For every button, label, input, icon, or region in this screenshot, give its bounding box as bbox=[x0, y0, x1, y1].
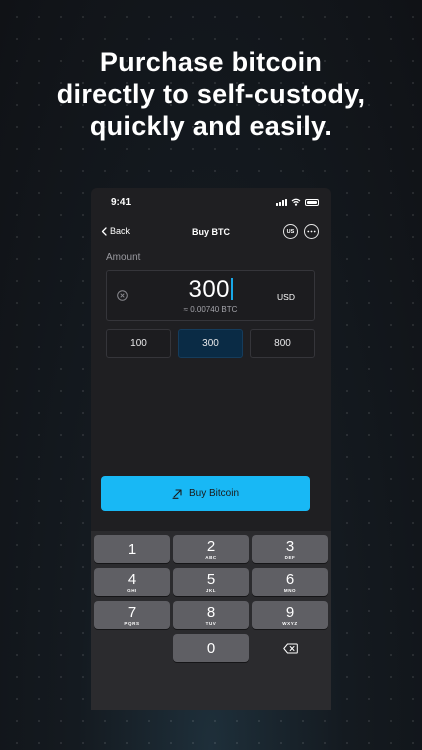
key-digit: 1 bbox=[127, 540, 137, 558]
key-7[interactable]: 7 PQRS bbox=[94, 601, 170, 629]
cellular-signal-icon bbox=[276, 198, 287, 206]
key-digit: 3 bbox=[285, 537, 295, 555]
currency-selector[interactable]: USD bbox=[277, 292, 295, 302]
ellipsis-icon bbox=[307, 230, 316, 233]
key-digit: 4 bbox=[127, 570, 137, 588]
key-letters: TUV bbox=[205, 620, 217, 626]
buy-bitcoin-label: Buy Bitcoin bbox=[188, 488, 240, 499]
preset-amounts: 100 300 800 bbox=[106, 329, 315, 358]
headline-line-2: directly to self-custody, bbox=[56, 79, 366, 109]
headline-line-3: quickly and easily. bbox=[89, 111, 333, 141]
key-9[interactable]: 9 WXYZ bbox=[252, 601, 328, 629]
amount-input[interactable]: 300 ≈ 0.00740 BTC USD bbox=[106, 270, 315, 321]
preset-300[interactable]: 300 bbox=[178, 329, 243, 358]
key-letters: MNO bbox=[283, 587, 297, 593]
key-blank bbox=[94, 634, 170, 662]
key-letters: JKL bbox=[205, 587, 217, 593]
promo-headline: Purchase bitcoin directly to self-custod… bbox=[0, 46, 422, 142]
key-letters: GHI bbox=[127, 587, 137, 593]
status-time: 9:41 bbox=[111, 197, 132, 208]
key-8[interactable]: 8 TUV bbox=[173, 601, 249, 629]
key-digit: 6 bbox=[285, 570, 295, 588]
battery-icon bbox=[305, 198, 319, 206]
key-letters: DEF bbox=[284, 554, 296, 560]
status-bar: 9:41 bbox=[91, 188, 331, 216]
key-digit: 9 bbox=[285, 603, 295, 621]
buy-bitcoin-button[interactable]: Buy Bitcoin bbox=[101, 476, 310, 511]
key-letters: PQRS bbox=[124, 620, 140, 626]
btc-equivalent: ≈ 0.00740 BTC bbox=[183, 305, 238, 314]
key-5[interactable]: 5 JKL bbox=[173, 568, 249, 596]
key-letters: ABC bbox=[205, 554, 217, 560]
arrow-up-right-icon bbox=[172, 489, 182, 499]
amount-label: Amount bbox=[106, 252, 141, 263]
key-0[interactable]: 0 bbox=[173, 634, 249, 662]
key-2[interactable]: 2 ABC bbox=[173, 535, 249, 563]
key-digit: 0 bbox=[206, 639, 216, 657]
navbar-actions: US bbox=[283, 224, 319, 239]
wifi-icon bbox=[291, 198, 301, 206]
key-digit: 2 bbox=[206, 537, 216, 555]
text-caret bbox=[231, 278, 233, 300]
backspace-icon bbox=[282, 643, 298, 653]
phone-screen: 9:41 Back Buy BTC US Amount 300 ≈ 0.0074… bbox=[91, 188, 331, 710]
region-button[interactable]: US bbox=[283, 224, 298, 239]
numeric-keypad: 1 2 ABC 3 DEF 4 GHI 5 JKL 6 MNO 7 PQRS 8… bbox=[91, 531, 331, 710]
preset-100[interactable]: 100 bbox=[106, 329, 171, 358]
more-options-button[interactable] bbox=[304, 224, 319, 239]
key-6[interactable]: 6 MNO bbox=[252, 568, 328, 596]
navigation-bar: Back Buy BTC US bbox=[91, 222, 331, 244]
key-digit: 5 bbox=[206, 570, 216, 588]
preset-800[interactable]: 800 bbox=[250, 329, 315, 358]
region-badge-label: US bbox=[286, 228, 295, 235]
key-3[interactable]: 3 DEF bbox=[252, 535, 328, 563]
key-digit: 7 bbox=[127, 603, 137, 621]
delete-key[interactable] bbox=[252, 634, 328, 662]
key-4[interactable]: 4 GHI bbox=[94, 568, 170, 596]
key-digit: 8 bbox=[206, 603, 216, 621]
key-1[interactable]: 1 bbox=[94, 535, 170, 563]
amount-value: 300 bbox=[188, 276, 231, 303]
status-icons bbox=[276, 198, 319, 206]
headline-line-1: Purchase bitcoin bbox=[99, 47, 323, 77]
key-letters: WXYZ bbox=[282, 620, 298, 626]
